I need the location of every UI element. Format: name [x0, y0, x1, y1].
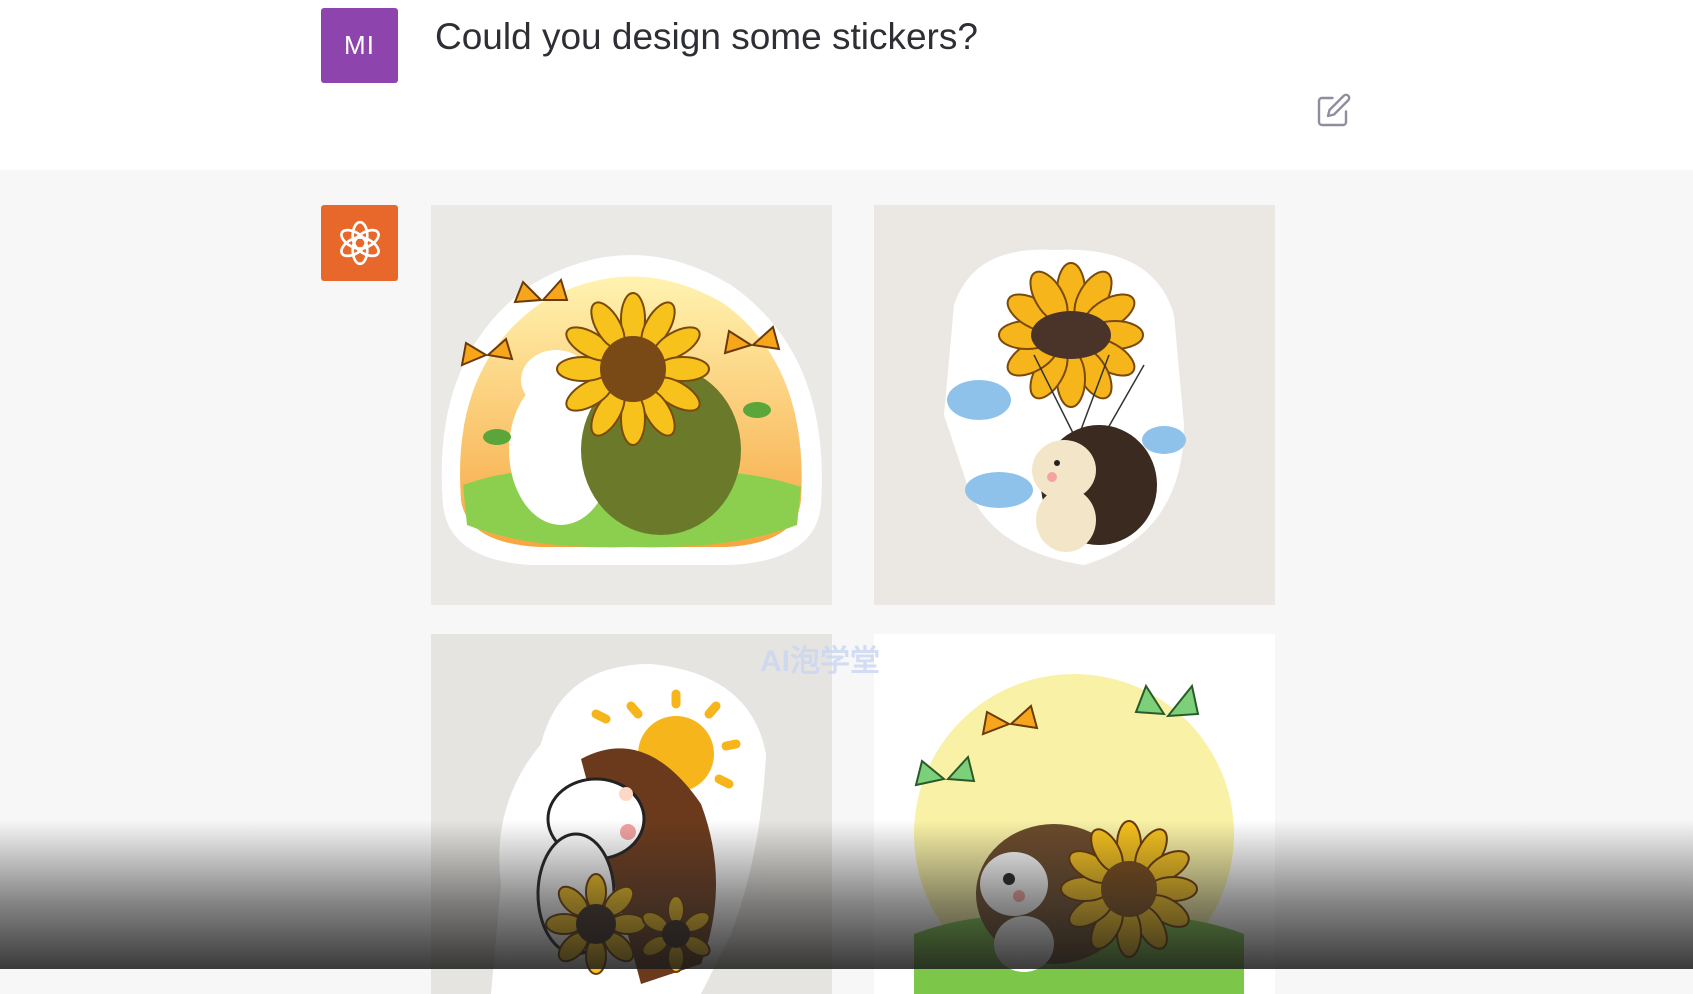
edit-message-button[interactable]	[1316, 92, 1352, 128]
assistant-avatar	[321, 205, 398, 281]
user-message-text: Could you design some stickers?	[435, 16, 978, 57]
sticker-image-3[interactable]	[431, 634, 832, 994]
user-avatar: MI	[321, 8, 398, 83]
assistant-message-row: AI泡学堂	[0, 170, 1693, 994]
sticker-image-1[interactable]	[431, 205, 832, 605]
watermark: AI泡学堂	[760, 645, 880, 678]
user-initials: MI	[344, 30, 375, 60]
user-message-row: MI Could you design some stickers?	[0, 0, 1693, 170]
sticker-image-4[interactable]	[874, 634, 1275, 994]
sticker-image-2[interactable]	[874, 205, 1275, 605]
edit-icon	[1317, 93, 1351, 127]
openai-logo-icon	[339, 220, 380, 266]
